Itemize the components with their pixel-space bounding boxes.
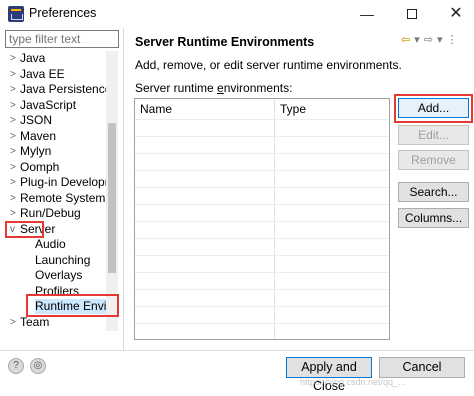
chevron-down-icon[interactable]: ▾ bbox=[437, 34, 443, 46]
row-divider bbox=[135, 136, 389, 137]
import-export-icon[interactable]: ◎ bbox=[30, 358, 46, 374]
row-divider bbox=[135, 289, 389, 290]
tree-item-label: Java bbox=[20, 51, 46, 65]
close-button[interactable]: ✕ bbox=[445, 4, 467, 24]
expand-icon[interactable]: > bbox=[10, 67, 20, 82]
title-bar: Preferences — ✕ bbox=[0, 0, 474, 28]
page-title: Server Runtime Environments bbox=[135, 35, 315, 49]
row-divider bbox=[135, 119, 389, 120]
watermark-text: https://blog.csdn.net/qq_... bbox=[300, 377, 406, 387]
columns-button[interactable]: Columns... bbox=[398, 208, 469, 228]
label-part: Server runtime bbox=[135, 81, 218, 95]
row-divider bbox=[135, 272, 389, 273]
row-divider bbox=[135, 204, 389, 205]
maximize-button[interactable] bbox=[401, 4, 423, 24]
expand-icon[interactable]: > bbox=[10, 129, 20, 144]
remove-button[interactable]: Remove bbox=[398, 150, 469, 170]
view-menu-icon[interactable]: ⋮ bbox=[447, 34, 458, 46]
tree-item-label: Remote Systems bbox=[20, 190, 112, 205]
minimize-button[interactable]: — bbox=[356, 4, 378, 24]
help-icon[interactable]: ? bbox=[8, 358, 24, 374]
column-header-name[interactable]: Name bbox=[140, 99, 172, 119]
window-title: Preferences bbox=[29, 6, 97, 20]
expand-icon[interactable]: > bbox=[10, 144, 20, 159]
row-divider bbox=[135, 238, 389, 239]
tree-item-label: Plug-in Developm bbox=[20, 175, 115, 189]
mnemonic-letter: e bbox=[217, 81, 224, 95]
tree-item-audio[interactable]: Audio bbox=[35, 237, 66, 252]
footer-separator bbox=[0, 350, 474, 351]
expand-icon[interactable]: > bbox=[10, 82, 20, 97]
expand-icon[interactable]: > bbox=[10, 206, 20, 221]
tree-item-label: JSON bbox=[20, 113, 53, 127]
scrollbar-thumb[interactable] bbox=[108, 123, 116, 273]
tree-item-label: Team bbox=[20, 315, 50, 329]
runtime-list-label: Server runtime environments: bbox=[135, 81, 292, 95]
tree-item-label: Oomph bbox=[20, 159, 60, 174]
expand-icon[interactable]: > bbox=[10, 315, 20, 330]
forward-arrow-icon[interactable]: ⇨ bbox=[424, 34, 433, 46]
highlight-box-runtime-env bbox=[26, 294, 119, 317]
label-part: nvironments: bbox=[223, 81, 293, 95]
cancel-button[interactable]: Cancel bbox=[379, 357, 465, 378]
apply-and-close-button[interactable]: Apply and Close bbox=[286, 357, 372, 393]
back-arrow-icon[interactable]: ⇦ bbox=[401, 34, 410, 46]
eclipse-app-icon bbox=[8, 6, 24, 22]
expand-icon[interactable]: > bbox=[10, 113, 20, 128]
row-divider bbox=[135, 153, 389, 154]
preferences-tree-pane: > Java > Java EE > Java Persistence > Ja… bbox=[0, 28, 124, 350]
maximize-icon bbox=[407, 9, 417, 19]
expand-icon[interactable]: > bbox=[10, 175, 20, 190]
column-header-type[interactable]: Type bbox=[280, 99, 306, 119]
row-divider bbox=[135, 221, 389, 222]
filter-input[interactable] bbox=[5, 30, 119, 48]
tree-item-label: Run/Debug bbox=[20, 206, 81, 220]
row-divider bbox=[135, 170, 389, 171]
expand-icon[interactable]: > bbox=[10, 98, 20, 113]
chevron-down-icon[interactable]: ▾ bbox=[414, 34, 420, 46]
page-description: Add, remove, or edit server runtime envi… bbox=[135, 58, 402, 72]
edit-button[interactable]: Edit... bbox=[398, 125, 469, 145]
row-divider bbox=[135, 306, 389, 307]
expand-icon[interactable]: > bbox=[10, 191, 20, 206]
expand-icon[interactable]: > bbox=[10, 160, 20, 175]
highlight-box-add bbox=[394, 94, 473, 123]
row-divider bbox=[135, 323, 389, 324]
page-nav-toolbar: ⇦ ▾ ⇨ ▾ ⋮ bbox=[401, 33, 462, 46]
tree-item-launching[interactable]: Launching bbox=[35, 253, 90, 268]
row-divider bbox=[135, 187, 389, 188]
tree-item-overlays[interactable]: Overlays bbox=[35, 268, 82, 283]
tree-item-label: Maven bbox=[20, 128, 57, 143]
tree-item-label: JavaScript bbox=[20, 97, 77, 112]
search-button[interactable]: Search... bbox=[398, 182, 469, 202]
highlight-box-server bbox=[5, 221, 44, 238]
expand-icon[interactable]: > bbox=[10, 51, 20, 66]
tree-item-label: Java Persistence bbox=[20, 82, 112, 96]
tree-scrollbar[interactable] bbox=[106, 51, 118, 331]
tree-item-label: Java EE bbox=[20, 66, 65, 81]
runtime-environments-table[interactable]: Name Type bbox=[134, 98, 390, 340]
row-divider bbox=[135, 255, 389, 256]
tree-item-label: Mylyn bbox=[20, 144, 52, 158]
